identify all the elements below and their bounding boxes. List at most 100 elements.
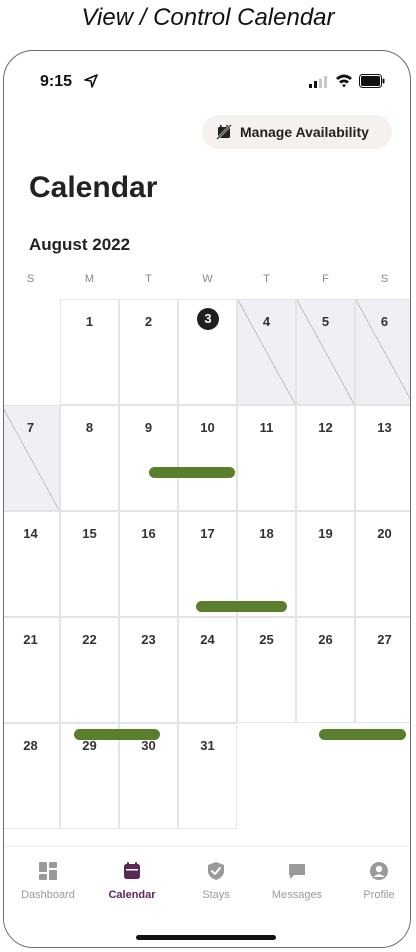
weekday-thu: T <box>263 273 270 285</box>
day-number: 21 <box>23 632 38 647</box>
calendar-day-cell[interactable]: 10 <box>178 405 237 511</box>
calendar-day-cell[interactable]: 24 <box>178 617 237 723</box>
weekday-fri: F <box>322 273 329 285</box>
screen-caption: View / Control Calendar <box>81 4 335 31</box>
stay-bar[interactable] <box>196 601 287 612</box>
calendar-day-cell[interactable]: 31 <box>178 723 237 829</box>
location-arrow-icon <box>84 74 98 88</box>
calendar-day-cell[interactable]: 8 <box>60 405 119 511</box>
calendar-day-cell[interactable]: 23 <box>119 617 178 723</box>
calendar-day-cell[interactable]: 15 <box>60 511 119 617</box>
weekday-sun: S <box>26 273 35 285</box>
messages-icon <box>289 864 305 879</box>
calendar-day-cell[interactable]: 2 <box>119 299 178 405</box>
tab-calendar-label: Calendar <box>108 889 156 901</box>
tab-stays-label: Stays <box>202 889 230 901</box>
day-number: 16 <box>141 526 156 541</box>
day-number: 17 <box>200 526 215 541</box>
calendar-day-cell[interactable]: 21 <box>4 617 60 723</box>
dashboard-icon <box>39 862 57 880</box>
day-number: 27 <box>377 632 392 647</box>
status-time: 9:15 <box>40 73 73 90</box>
calendar-day-cell[interactable]: 16 <box>119 511 178 617</box>
day-number: 1 <box>85 314 94 329</box>
day-number: 8 <box>85 420 94 435</box>
calendar-day-cell[interactable]: 22 <box>60 617 119 723</box>
day-number: 22 <box>82 632 97 647</box>
calendar-day-cell[interactable]: 26 <box>296 617 355 723</box>
calendar-day-cell[interactable]: 9 <box>119 405 178 511</box>
day-number: 5 <box>321 314 330 329</box>
calendar-day-cell[interactable]: 11 <box>237 405 296 511</box>
tab-messages[interactable]: Messages <box>257 861 337 901</box>
day-number: 25 <box>259 632 274 647</box>
day-number: 14 <box>23 526 38 541</box>
tab-profile-label: Profile <box>363 889 395 901</box>
calendar-grid: 1 2 3 4 5 6 7 8 9 10 11 12 13 14 15 16 17 18 19 20 21 22 23 24 2… <box>4 299 410 831</box>
day-number: 10 <box>200 420 215 435</box>
month-label: August 2022 <box>29 235 131 254</box>
calendar-day-cell[interactable]: 28 <box>4 723 60 829</box>
day-number: 12 <box>318 420 333 435</box>
stays-icon <box>208 862 224 880</box>
day-number: 6 <box>380 314 389 329</box>
calendar-day-cell[interactable]: 5 <box>296 299 355 405</box>
day-number: 20 <box>377 526 392 541</box>
battery-icon <box>359 74 385 88</box>
status-bar: 9:15 <box>4 51 410 111</box>
calendar-day-cell[interactable]: 1 <box>60 299 119 405</box>
day-number: 18 <box>259 526 274 541</box>
day-number: 31 <box>200 738 215 753</box>
profile-icon <box>370 862 388 880</box>
calendar-day-cell[interactable]: 7 <box>4 405 60 511</box>
weekday-sat: S <box>380 273 389 285</box>
calendar-day-cell[interactable]: 27 <box>355 617 410 723</box>
day-number: 24 <box>200 632 215 647</box>
calendar-day-cell[interactable]: 20 <box>355 511 410 617</box>
tab-dashboard-label: Dashboard <box>21 889 75 901</box>
calendar-day-cell[interactable]: 19 <box>296 511 355 617</box>
day-number: 23 <box>141 632 156 647</box>
day-number: 11 <box>259 420 274 435</box>
calendar-day-cell[interactable]: 25 <box>237 617 296 723</box>
day-number: 13 <box>377 420 392 435</box>
calendar-day-cell[interactable]: 12 <box>296 405 355 511</box>
home-indicator <box>136 935 276 940</box>
weekday-tue: T <box>145 273 152 285</box>
page-title: Calendar <box>29 171 158 204</box>
wifi-icon <box>336 74 352 88</box>
calendar-day-cell[interactable]: 14 <box>4 511 60 617</box>
day-number: 28 <box>23 738 38 753</box>
weekday-header: S M T W T F S <box>4 273 410 289</box>
stay-bar[interactable] <box>74 729 160 740</box>
tab-calendar[interactable]: Calendar <box>92 861 172 901</box>
manage-availability-button[interactable]: Manage Availability <box>202 115 392 149</box>
manage-availability-label: Manage Availability <box>240 124 369 140</box>
day-number: 4 <box>262 314 271 329</box>
tab-bar: Dashboard Calendar Stays Messages Profil… <box>4 846 410 947</box>
stay-bar[interactable] <box>319 729 406 740</box>
tab-dashboard[interactable]: Dashboard <box>8 861 88 901</box>
calendar-day-cell[interactable]: 3 <box>178 299 237 405</box>
day-number: 2 <box>144 314 153 329</box>
day-number: 19 <box>318 526 333 541</box>
tab-profile[interactable]: Profile <box>339 861 410 901</box>
day-number: 29 <box>82 738 97 753</box>
calendar-day-cell[interactable]: 4 <box>237 299 296 405</box>
calendar-day-cell[interactable]: 13 <box>355 405 410 511</box>
calendar-off-icon <box>216 124 232 140</box>
day-number: 26 <box>318 632 333 647</box>
tab-messages-label: Messages <box>271 889 323 901</box>
day-number: 9 <box>144 420 153 435</box>
stay-bar[interactable] <box>149 467 235 478</box>
day-number: 30 <box>141 738 156 753</box>
weekday-wed: W <box>202 273 213 285</box>
cell-signal-icon <box>309 76 327 88</box>
tab-stays[interactable]: Stays <box>176 861 256 901</box>
day-number: 15 <box>82 526 97 541</box>
today-day-number: 3 <box>197 308 219 330</box>
calendar-icon <box>124 862 140 879</box>
weekday-mon: M <box>84 273 95 285</box>
calendar-day-cell[interactable]: 6 <box>355 299 410 405</box>
phone-frame: 9:15 Manage Availability Calendar August… <box>3 50 411 948</box>
